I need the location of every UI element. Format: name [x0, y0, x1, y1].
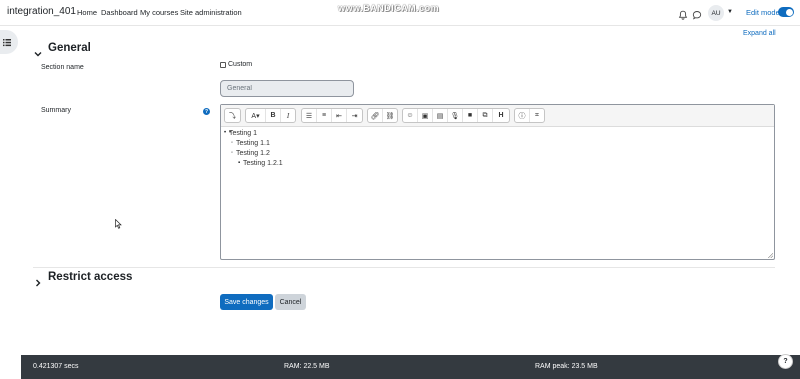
ordered-list-icon[interactable]: ≡ — [317, 109, 332, 122]
chevron-down-icon[interactable]: ▼ — [727, 9, 733, 15]
section-restrict-access-heading[interactable]: Restrict access — [48, 271, 132, 283]
section-name-input[interactable] — [220, 80, 354, 97]
section-general-heading[interactable]: General — [48, 42, 91, 54]
record-video-icon[interactable]: ■ — [463, 109, 478, 122]
nav-site-administration[interactable]: Site administration — [180, 8, 242, 17]
chat-bubble-icon[interactable] — [692, 7, 702, 20]
summary-label: Summary — [41, 107, 71, 114]
section-divider — [33, 267, 775, 268]
bullet-disc-icon: • — [224, 130, 227, 136]
summary-editor[interactable]: ⤵ A▾ B I ☰ ≡ ⇤ ⇥ 🔗︎ ⛓︎ ☺ ▣ ▤ 🎙︎ ■ ⧉ H ⓘ — [220, 104, 775, 260]
media-icon[interactable]: ▤ — [433, 109, 448, 122]
list-item: Testing 1 — [229, 130, 258, 137]
mouse-cursor-icon — [115, 216, 122, 234]
list-item: Testing 1.2 — [236, 150, 270, 157]
bullet-square-icon: ▪ — [238, 160, 241, 166]
bold-icon[interactable]: B — [266, 109, 281, 122]
save-changes-button[interactable]: Save changes — [220, 294, 273, 310]
top-navbar: integration_401 Home Dashboard My course… — [0, 0, 800, 26]
h5p-icon[interactable]: H — [493, 109, 509, 122]
resize-handle[interactable] — [768, 253, 773, 258]
list-item: Testing 1.1 — [236, 140, 270, 147]
manage-files-icon[interactable]: ⧉ — [478, 109, 493, 122]
collapse-toolbar-icon[interactable]: ⤵ — [225, 109, 240, 122]
paragraph-style-icon[interactable]: A▾ — [246, 109, 266, 122]
bell-icon[interactable] — [678, 7, 688, 20]
help-button[interactable]: ? — [778, 354, 793, 369]
chevron-down-icon[interactable] — [34, 45, 42, 63]
custom-checkbox[interactable] — [220, 62, 226, 68]
performance-footer: 0.421307 secs RAM: 22.5 MB RAM peak: 23.… — [21, 355, 800, 379]
editor-toolbar: ⤵ A▾ B I ☰ ≡ ⇤ ⇥ 🔗︎ ⛓︎ ☺ ▣ ▤ 🎙︎ ■ ⧉ H ⓘ — [221, 105, 774, 127]
html-source-icon[interactable]: ⌗ — [530, 109, 544, 122]
user-avatar[interactable]: AU — [708, 5, 724, 21]
unordered-list-icon[interactable]: ☰ — [302, 109, 317, 122]
edit-mode-toggle[interactable] — [778, 7, 794, 17]
italic-icon[interactable]: I — [281, 109, 295, 122]
link-icon[interactable]: 🔗︎ — [368, 109, 383, 122]
expand-all-link[interactable]: Expand all — [743, 30, 776, 37]
list-item: Testing 1.2.1 — [243, 160, 283, 167]
image-icon[interactable]: ▣ — [418, 109, 433, 122]
chevron-right-icon[interactable] — [34, 274, 42, 292]
footer-ram-peak: RAM peak: 23.5 MB — [535, 363, 598, 370]
unlink-icon[interactable]: ⛓︎ — [383, 109, 397, 122]
record-audio-icon[interactable]: 🎙︎ — [448, 109, 463, 122]
help-icon[interactable]: ? — [203, 108, 210, 115]
footer-time: 0.421307 secs — [33, 363, 79, 370]
list-icon — [3, 38, 11, 46]
course-index-toggle[interactable] — [0, 30, 18, 54]
outdent-icon[interactable]: ⇤ — [332, 109, 347, 122]
site-name[interactable]: integration_401 — [7, 6, 76, 17]
accessibility-checker-icon[interactable]: ⓘ — [515, 109, 530, 122]
emoji-icon[interactable]: ☺ — [403, 109, 418, 122]
bullet-circle-icon: ◦ — [231, 140, 234, 146]
nav-dashboard[interactable]: Dashboard — [101, 8, 138, 17]
nav-home[interactable]: Home — [77, 8, 97, 17]
bullet-circle-icon: ◦ — [231, 150, 234, 156]
cancel-button[interactable]: Cancel — [275, 294, 306, 310]
edit-mode-label: Edit mode — [746, 8, 780, 17]
section-name-label: Section name — [41, 64, 84, 71]
footer-ram: RAM: 22.5 MB — [284, 363, 330, 370]
nav-my-courses[interactable]: My courses — [140, 8, 178, 17]
custom-checkbox-label[interactable]: Custom — [228, 61, 252, 68]
bandicam-watermark: www.BANDICAM.com — [338, 3, 440, 13]
indent-icon[interactable]: ⇥ — [347, 109, 362, 122]
